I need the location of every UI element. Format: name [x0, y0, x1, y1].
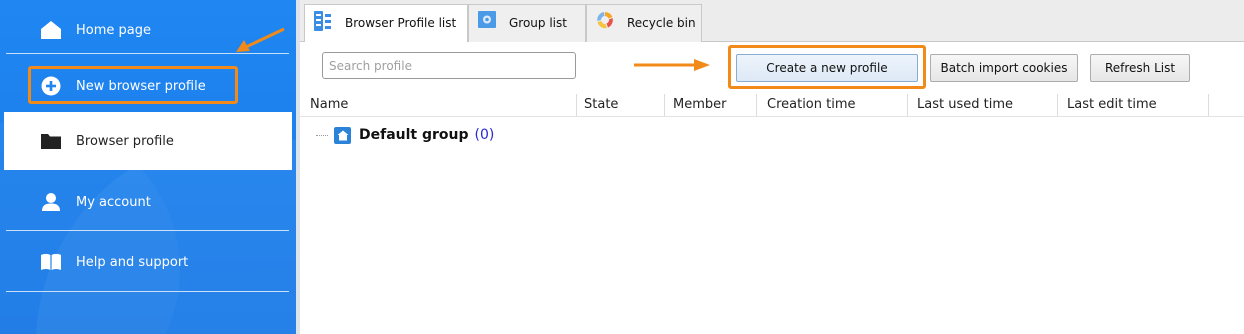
user-icon — [40, 191, 62, 213]
column-header-last-edit-time[interactable]: Last edit time — [1067, 91, 1157, 117]
column-header-name[interactable]: Name — [310, 91, 348, 117]
group-name: Default group — [359, 127, 469, 143]
tab-group-list[interactable]: Group list — [468, 4, 586, 42]
column-header-creation-time[interactable]: Creation time — [767, 91, 856, 117]
sidebar-item-label: My account — [76, 194, 151, 210]
profile-list-icon — [313, 10, 333, 31]
recycle-bin-icon — [595, 10, 615, 30]
home-icon — [40, 19, 62, 41]
group-row-default[interactable]: Default group (0) — [316, 124, 494, 146]
tab-label: Group list — [509, 16, 567, 30]
tab-recycle-bin[interactable]: Recycle bin — [586, 4, 702, 42]
column-separator — [1057, 94, 1058, 116]
highlight-box-create-profile — [728, 45, 926, 89]
batch-import-cookies-button[interactable]: Batch import cookies — [930, 54, 1078, 82]
sidebar-item-label: Home page — [76, 22, 151, 38]
home-group-icon — [334, 126, 351, 144]
tab-bar: Browser Profile list Group list Recycle … — [296, 0, 1244, 43]
sidebar-item-label: Help and support — [76, 254, 189, 270]
sidebar-item-label: Browser profile — [76, 133, 174, 149]
sidebar-item-my-account[interactable]: My account — [0, 172, 296, 232]
search-input[interactable] — [322, 52, 576, 79]
folder-icon — [40, 130, 62, 152]
sidebar-divider — [6, 291, 289, 292]
table-header: Name State Member Creation time Last use… — [296, 91, 1244, 117]
tab-label: Recycle bin — [627, 16, 696, 30]
sidebar-item-browser-profile[interactable]: Browser profile — [5, 113, 291, 169]
sidebar: Home page New browser profile Browser pr… — [0, 0, 296, 334]
book-icon — [40, 251, 62, 273]
column-header-state[interactable]: State — [584, 91, 618, 117]
annotation-arrow-icon — [634, 59, 710, 71]
column-separator — [1208, 94, 1209, 116]
column-separator — [907, 94, 908, 116]
tree-connector — [316, 135, 328, 136]
group-list-icon — [477, 10, 497, 30]
annotation-arrow-icon — [236, 27, 285, 52]
main-panel: Browser Profile list Group list Recycle … — [296, 0, 1244, 334]
tab-label: Browser Profile list — [345, 16, 457, 30]
refresh-list-button[interactable]: Refresh List — [1090, 54, 1190, 82]
highlight-box-new-profile — [28, 66, 238, 104]
column-header-last-used-time[interactable]: Last used time — [917, 91, 1013, 117]
tab-browser-profile-list[interactable]: Browser Profile list — [304, 4, 468, 43]
group-count: (0) — [474, 127, 495, 143]
sidebar-divider — [6, 230, 289, 231]
column-separator — [664, 94, 665, 116]
panel-edge — [296, 0, 300, 334]
sidebar-item-help-and-support[interactable]: Help and support — [0, 232, 296, 292]
column-header-member[interactable]: Member — [673, 91, 726, 117]
column-separator — [576, 94, 577, 116]
column-separator — [756, 94, 757, 116]
